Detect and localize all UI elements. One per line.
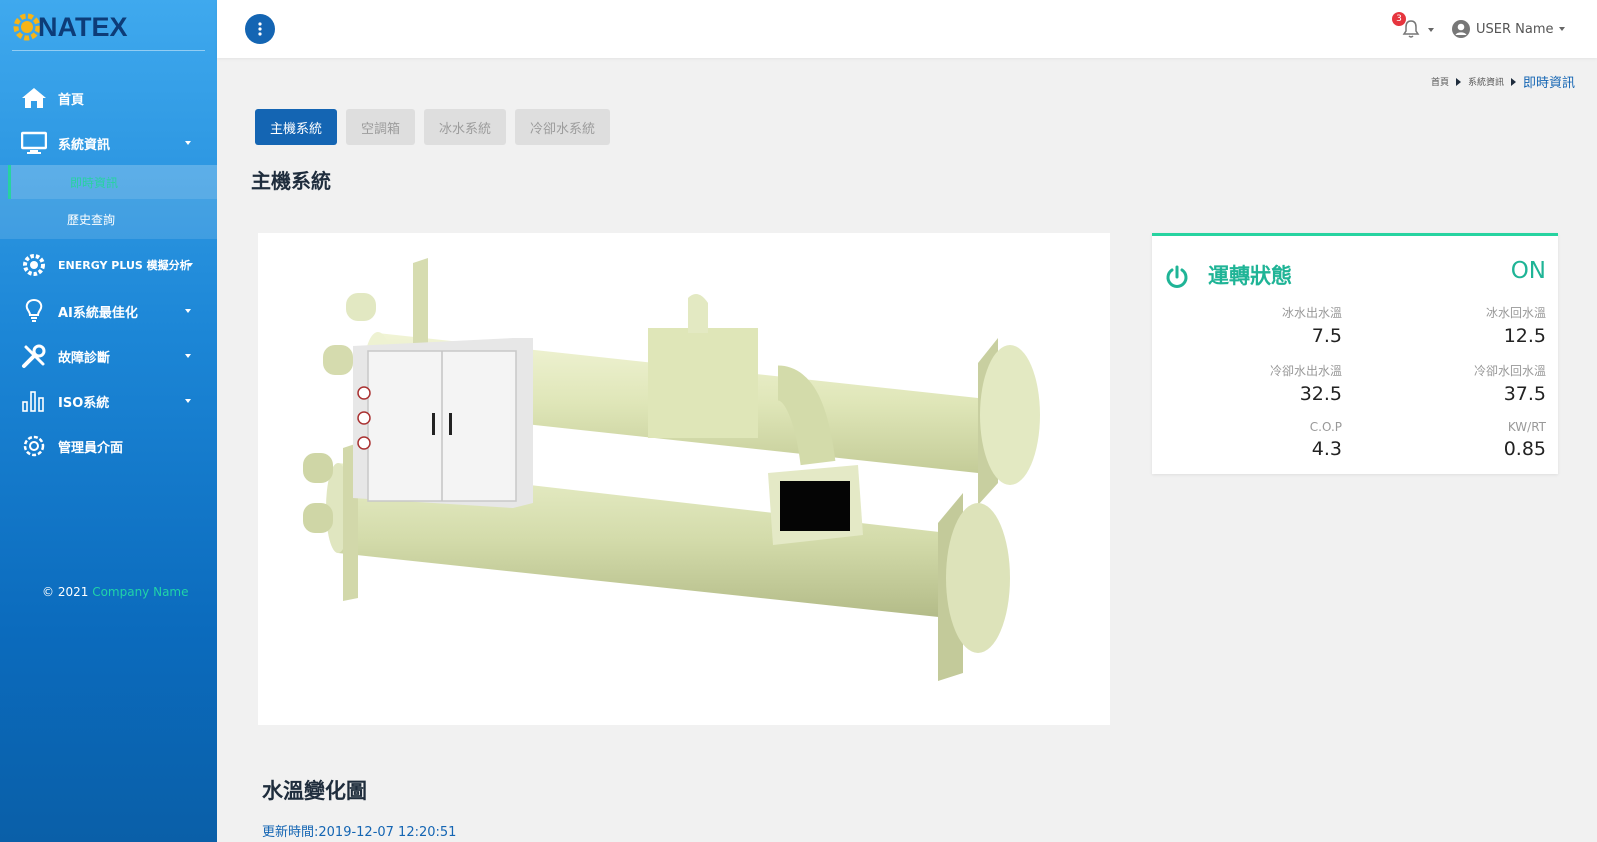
monitor-icon	[20, 129, 48, 157]
metric-label: 冰水出水溫	[1281, 306, 1342, 320]
sidebar-item-label: 管理員介面	[58, 440, 124, 456]
submenu-item-label: 即時資訊	[70, 175, 119, 190]
submenu-item-label: 歷史查詢	[67, 212, 116, 227]
breadcrumb-current: 即時資訊	[1522, 76, 1575, 91]
metric-value: 7.5	[1311, 325, 1342, 347]
sidebar-item-iso[interactable]: ISO系統	[0, 381, 217, 421]
top-bar: 3 USER Name	[217, 0, 1597, 58]
gear-settings-icon	[20, 251, 48, 279]
sidebar-item-label: 故障診斷	[58, 350, 111, 366]
sidebar-item-label: ENERGY PLUS 模擬分析	[58, 259, 191, 272]
user-menu[interactable]: USER Name	[1452, 18, 1565, 40]
metric-cooling-supply-temp: 冷卻水出水溫 32.5	[1270, 362, 1342, 405]
metric-value: 12.5	[1503, 325, 1546, 347]
sidebar-submenu: 即時資訊 歷史查詢	[0, 165, 217, 239]
caret-right-icon	[1510, 77, 1516, 86]
gear-icon	[20, 432, 48, 460]
chevron-down-icon	[185, 354, 191, 358]
tools-icon	[20, 342, 48, 370]
copyright-year: © 2021	[42, 585, 89, 599]
metric-value: 32.5	[1299, 383, 1342, 405]
sidebar-item-label: 首頁	[58, 92, 85, 108]
sidebar-item-ai-optimization[interactable]: AI系統最佳化	[0, 291, 217, 331]
chevron-down-icon	[1428, 28, 1434, 32]
notification-badge: 3	[1392, 12, 1406, 26]
metric-label: 冰水回水溫	[1485, 306, 1546, 320]
more-vertical-icon	[258, 22, 262, 36]
breadcrumb-item-home[interactable]: 首頁	[1431, 75, 1449, 88]
metric-kw-per-rt: KW/RT 0.85	[1504, 420, 1546, 460]
sidebar: NATEX 首頁 系統資訊 即時資訊 歷史查詢 ENERGY PLUS 模擬分析	[0, 0, 217, 842]
lightbulb-icon	[20, 297, 48, 325]
sidebar-item-energy-plus[interactable]: ENERGY PLUS 模擬分析	[0, 245, 217, 285]
metric-label: C.O.P	[1309, 420, 1342, 434]
metric-cop: C.O.P 4.3	[1310, 420, 1342, 460]
metric-value: 4.3	[1311, 438, 1342, 460]
chevron-down-icon	[187, 263, 193, 267]
logo-divider	[12, 50, 205, 51]
metric-chilled-return-temp: 冰水回水溫 12.5	[1486, 304, 1546, 347]
chevron-down-icon	[185, 141, 191, 145]
logo[interactable]: NATEX	[12, 10, 128, 44]
status-title: 運轉狀態	[1208, 264, 1292, 288]
section-title: 水溫變化圖	[262, 779, 367, 803]
tab-air-handler[interactable]: 空調箱	[346, 109, 415, 145]
tab-cooling-water-system[interactable]: 冷卻水系統	[515, 109, 610, 145]
breadcrumb: 首頁 系統資訊 即時資訊	[1431, 72, 1575, 91]
metric-chilled-supply-temp: 冰水出水溫 7.5	[1282, 304, 1342, 347]
caret-right-icon	[1455, 77, 1461, 86]
chiller-image-panel	[258, 233, 1110, 725]
chevron-down-icon	[1558, 27, 1565, 31]
bar-chart-icon	[20, 387, 48, 415]
menu-toggle-button[interactable]	[245, 14, 275, 44]
sidebar-item-label: ISO系統	[58, 395, 110, 411]
status-value: ON	[1510, 258, 1546, 284]
metric-label: 冷卻水回水溫	[1473, 364, 1546, 378]
sidebar-item-system-info[interactable]: 系統資訊	[0, 123, 217, 163]
tab-chilled-water-system[interactable]: 冰水系統	[424, 109, 506, 145]
sidebar-item-label: AI系統最佳化	[58, 305, 138, 321]
sidebar-item-admin[interactable]: 管理員介面	[0, 426, 217, 466]
metric-value: 0.85	[1503, 438, 1546, 460]
company-name-link[interactable]: Company Name	[92, 585, 188, 599]
metric-cooling-return-temp: 冷卻水回水溫 37.5	[1474, 362, 1546, 405]
chevron-down-icon	[185, 399, 191, 403]
chevron-down-icon	[185, 309, 191, 313]
page-title: 主機系統	[251, 169, 331, 193]
breadcrumb-item-system-info[interactable]: 系統資訊	[1468, 75, 1504, 88]
submenu-item-history[interactable]: 歷史查詢	[0, 202, 217, 236]
power-icon	[1166, 265, 1188, 288]
tab-chiller-system[interactable]: 主機系統	[255, 109, 337, 145]
metric-label: KW/RT	[1507, 420, 1546, 434]
sidebar-item-label: 系統資訊	[58, 137, 111, 153]
update-time: 更新時間:2019-12-07 12:20:51	[262, 825, 457, 840]
metric-value: 37.5	[1503, 383, 1546, 405]
copyright: © 2021 Company Name	[42, 585, 189, 599]
chiller-illustration	[303, 258, 1040, 681]
sidebar-item-home[interactable]: 首頁	[0, 78, 217, 118]
home-icon	[20, 84, 48, 112]
sidebar-item-fault-diagnosis[interactable]: 故障診斷	[0, 336, 217, 376]
metric-label: 冷卻水出水溫	[1269, 364, 1342, 378]
logo-text: NATEX	[38, 11, 128, 42]
status-card: 運轉狀態 ON 冰水出水溫 7.5 冰水回水溫 12.5 冷卻水出水溫 32.5…	[1152, 233, 1558, 474]
submenu-item-realtime[interactable]: 即時資訊	[8, 165, 217, 199]
user-avatar-icon	[1452, 20, 1470, 38]
user-name: USER Name	[1476, 21, 1554, 37]
